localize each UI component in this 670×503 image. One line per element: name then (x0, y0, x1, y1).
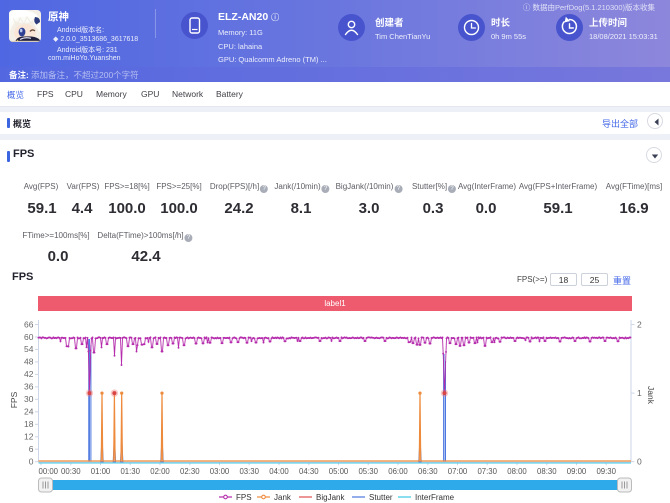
svg-text:Stutter: Stutter (369, 493, 393, 502)
svg-text:2: 2 (637, 319, 642, 329)
svg-text:Jank: Jank (274, 493, 292, 502)
svg-text:04:00: 04:00 (269, 467, 289, 476)
svg-text:6: 6 (29, 444, 34, 454)
svg-text:08:30: 08:30 (537, 467, 557, 476)
svg-text:02:30: 02:30 (180, 467, 200, 476)
svg-text:00:30: 00:30 (61, 467, 81, 476)
svg-text:42: 42 (24, 369, 34, 379)
svg-text:07:00: 07:00 (448, 467, 468, 476)
svg-text:BigJank: BigJank (316, 493, 345, 502)
svg-text:07:30: 07:30 (477, 467, 497, 476)
svg-text:01:00: 01:00 (91, 467, 111, 476)
svg-text:0: 0 (29, 457, 34, 467)
svg-text:06:30: 06:30 (418, 467, 438, 476)
svg-text:54: 54 (24, 344, 34, 354)
svg-text:0: 0 (637, 457, 642, 467)
svg-text:01:30: 01:30 (120, 467, 140, 476)
svg-text:08:00: 08:00 (507, 467, 527, 476)
svg-text:06:00: 06:00 (388, 467, 408, 476)
svg-text:03:30: 03:30 (239, 467, 259, 476)
svg-text:36: 36 (24, 382, 34, 392)
svg-text:48: 48 (24, 357, 34, 367)
svg-text:FPS: FPS (9, 391, 19, 408)
svg-text:09:30: 09:30 (596, 467, 616, 476)
svg-text:24: 24 (24, 407, 34, 417)
svg-text:60: 60 (24, 332, 34, 342)
svg-text:FPS: FPS (236, 493, 252, 502)
svg-text:03:00: 03:00 (210, 467, 230, 476)
svg-text:05:00: 05:00 (329, 467, 349, 476)
svg-text:18: 18 (24, 419, 34, 429)
svg-text:66: 66 (24, 319, 34, 329)
svg-text:30: 30 (24, 394, 34, 404)
svg-text:Jank: Jank (646, 386, 656, 405)
svg-text:09:00: 09:00 (567, 467, 587, 476)
svg-text:00:00: 00:00 (39, 467, 59, 476)
svg-text:05:30: 05:30 (358, 467, 378, 476)
svg-text:InterFrame: InterFrame (415, 493, 455, 502)
svg-text:04:30: 04:30 (299, 467, 319, 476)
svg-text:1: 1 (637, 388, 642, 398)
svg-text:12: 12 (24, 432, 34, 442)
svg-text:02:00: 02:00 (150, 467, 170, 476)
